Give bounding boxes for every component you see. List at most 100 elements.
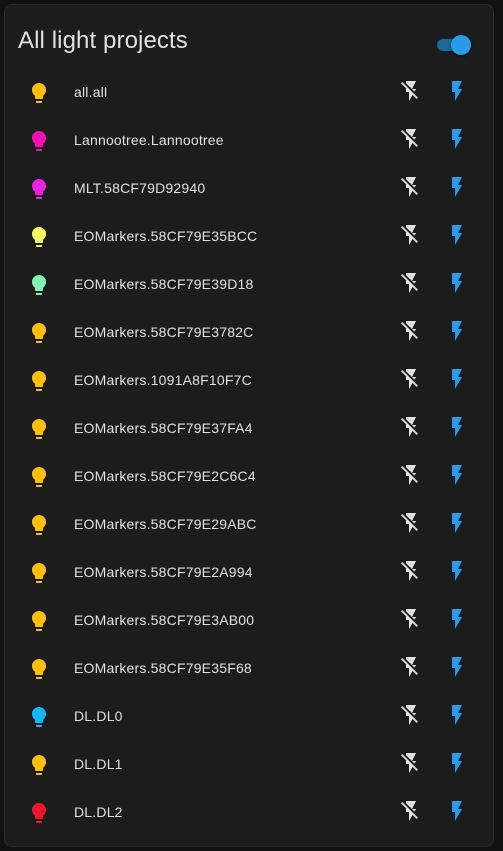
entity-row[interactable]: EOMarkers.58CF79E2C6C4	[5, 453, 493, 501]
entity-row[interactable]: Lannootree.Lannootree	[5, 117, 493, 165]
lightbulb-icon[interactable]	[27, 369, 51, 393]
entity-name: EOMarkers.58CF79E29ABC	[74, 516, 257, 532]
flash-off-icon	[399, 223, 423, 252]
entity-list: all.all Lannootree.Lannootree MLT.58CF79…	[5, 69, 493, 837]
entity-name: EOMarkers.58CF79E39D18	[74, 276, 254, 292]
turn-on-button[interactable]	[441, 509, 473, 541]
flash-icon	[445, 607, 469, 636]
lightbulb-icon[interactable]	[27, 321, 51, 345]
turn-on-button[interactable]	[441, 749, 473, 781]
turn-off-button[interactable]	[395, 749, 427, 781]
flash-off-icon	[399, 511, 423, 540]
flash-icon	[445, 463, 469, 492]
lightbulb-icon[interactable]	[27, 225, 51, 249]
entity-name: EOMarkers.58CF79E37FA4	[74, 420, 253, 436]
entity-row[interactable]: MLT.58CF79D92940	[5, 165, 493, 213]
turn-on-button[interactable]	[441, 317, 473, 349]
turn-off-button[interactable]	[395, 653, 427, 685]
entity-row[interactable]: EOMarkers.58CF79E2A994	[5, 549, 493, 597]
flash-off-icon	[399, 79, 423, 108]
entity-row[interactable]: EOMarkers.58CF79E3782C	[5, 309, 493, 357]
turn-on-button[interactable]	[441, 557, 473, 589]
flash-off-icon	[399, 415, 423, 444]
turn-on-button[interactable]	[441, 605, 473, 637]
flash-icon	[445, 223, 469, 252]
entity-name: Lannootree.Lannootree	[74, 132, 224, 148]
turn-off-button[interactable]	[395, 77, 427, 109]
turn-on-button[interactable]	[441, 173, 473, 205]
entity-row[interactable]: EOMarkers.58CF79E35F68	[5, 645, 493, 693]
entity-row[interactable]: all.all	[5, 69, 493, 117]
turn-off-button[interactable]	[395, 173, 427, 205]
turn-on-button[interactable]	[441, 77, 473, 109]
turn-off-button[interactable]	[395, 797, 427, 829]
turn-on-button[interactable]	[441, 797, 473, 829]
turn-off-button[interactable]	[395, 701, 427, 733]
toggle-thumb	[451, 35, 471, 55]
turn-off-button[interactable]	[395, 557, 427, 589]
entity-row[interactable]: EOMarkers.58CF79E37FA4	[5, 405, 493, 453]
entity-name: EOMarkers.1091A8F10F7C	[74, 372, 252, 388]
turn-off-button[interactable]	[395, 461, 427, 493]
entity-name: EOMarkers.58CF79E2A994	[74, 564, 253, 580]
lightbulb-icon[interactable]	[27, 81, 51, 105]
turn-off-button[interactable]	[395, 221, 427, 253]
turn-on-button[interactable]	[441, 221, 473, 253]
turn-off-button[interactable]	[395, 269, 427, 301]
turn-off-button[interactable]	[395, 605, 427, 637]
turn-off-button[interactable]	[395, 317, 427, 349]
turn-on-button[interactable]	[441, 413, 473, 445]
lightbulb-icon[interactable]	[27, 513, 51, 537]
entity-row[interactable]: EOMarkers.58CF79E29ABC	[5, 501, 493, 549]
lightbulb-icon[interactable]	[27, 753, 51, 777]
entity-row[interactable]: DL.DL0	[5, 693, 493, 741]
entity-row[interactable]: DL.DL1	[5, 741, 493, 789]
lightbulb-icon[interactable]	[27, 465, 51, 489]
master-toggle-switch[interactable]	[435, 33, 471, 55]
turn-off-button[interactable]	[395, 413, 427, 445]
turn-on-button[interactable]	[441, 653, 473, 685]
turn-off-button[interactable]	[395, 125, 427, 157]
flash-off-icon	[399, 271, 423, 300]
flash-off-icon	[399, 799, 423, 828]
entity-name: DL.DL1	[74, 756, 123, 772]
entity-row[interactable]: EOMarkers.1091A8F10F7C	[5, 357, 493, 405]
entity-name: MLT.58CF79D92940	[74, 180, 206, 196]
flash-off-icon	[399, 319, 423, 348]
turn-on-button[interactable]	[441, 701, 473, 733]
lightbulb-icon[interactable]	[27, 417, 51, 441]
entity-name: EOMarkers.58CF79E35BCC	[74, 228, 258, 244]
turn-on-button[interactable]	[441, 269, 473, 301]
entity-row[interactable]: EOMarkers.58CF79E3AB00	[5, 597, 493, 645]
lightbulb-icon[interactable]	[27, 273, 51, 297]
lightbulb-icon[interactable]	[27, 561, 51, 585]
turn-off-button[interactable]	[395, 365, 427, 397]
entity-row[interactable]: DL.DL2	[5, 789, 493, 837]
entity-row[interactable]: EOMarkers.58CF79E35BCC	[5, 213, 493, 261]
flash-icon	[445, 511, 469, 540]
turn-on-button[interactable]	[441, 125, 473, 157]
lightbulb-icon[interactable]	[27, 129, 51, 153]
turn-on-button[interactable]	[441, 365, 473, 397]
turn-on-button[interactable]	[441, 461, 473, 493]
card-header: All light projects	[5, 5, 493, 77]
entity-name: EOMarkers.58CF79E35F68	[74, 660, 252, 676]
flash-icon	[445, 271, 469, 300]
lightbulb-icon[interactable]	[27, 609, 51, 633]
entity-row[interactable]: EOMarkers.58CF79E39D18	[5, 261, 493, 309]
entity-name: all.all	[74, 84, 108, 100]
lightbulb-icon[interactable]	[27, 177, 51, 201]
entity-name: EOMarkers.58CF79E3782C	[74, 324, 254, 340]
flash-icon	[445, 751, 469, 780]
flash-off-icon	[399, 127, 423, 156]
lightbulb-icon[interactable]	[27, 705, 51, 729]
flash-off-icon	[399, 175, 423, 204]
flash-icon	[445, 415, 469, 444]
flash-icon	[445, 559, 469, 588]
turn-off-button[interactable]	[395, 509, 427, 541]
lightbulb-icon[interactable]	[27, 801, 51, 825]
flash-icon	[445, 79, 469, 108]
flash-off-icon	[399, 655, 423, 684]
card-title: All light projects	[18, 27, 188, 54]
lightbulb-icon[interactable]	[27, 657, 51, 681]
